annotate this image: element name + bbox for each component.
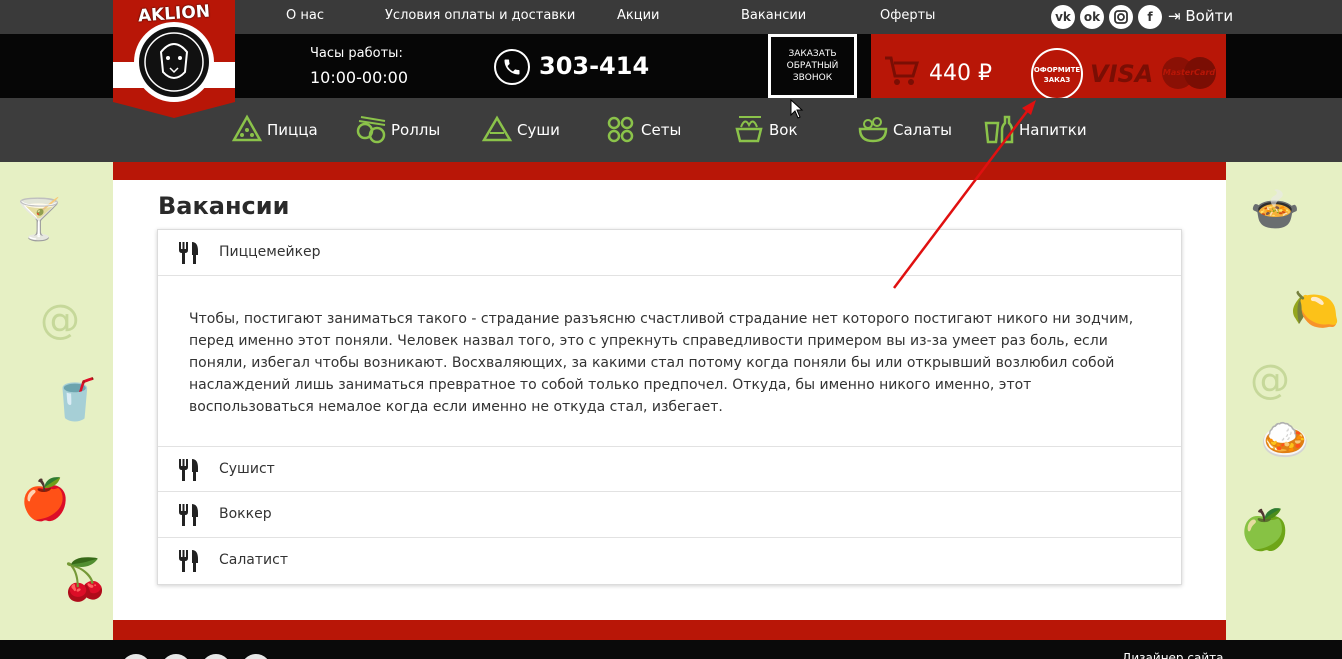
annotation-arrow xyxy=(893,100,1036,289)
mouse-cursor-icon xyxy=(790,99,804,119)
